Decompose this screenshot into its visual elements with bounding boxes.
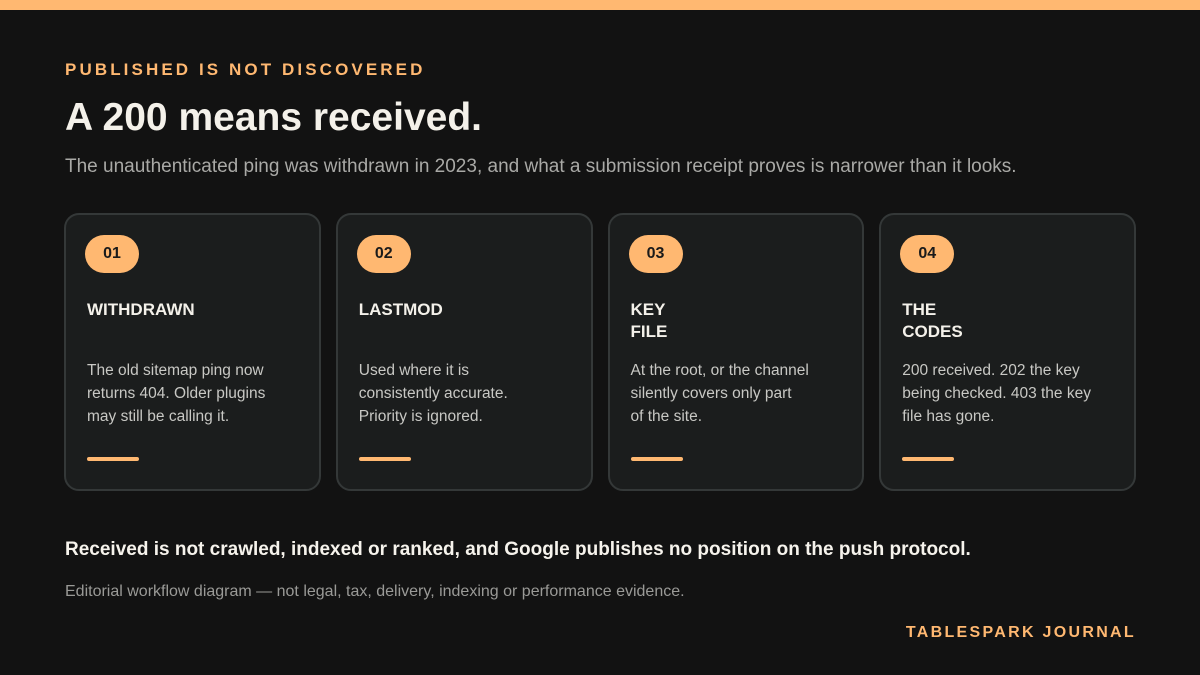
card-body: The old sitemap ping now returns 404. Ol… [87,362,266,425]
card-body: At the root, or the channel silently cov… [630,362,809,425]
page-title: A 200 means received. [65,96,482,139]
card-title: KEY FILE [630,300,668,341]
card-number-badge: 01 [85,235,139,273]
card-lastmod: 02 LASTMOD Used where it is consistently… [335,213,593,491]
brand-wordmark: TABLESPARK JOURNAL [905,624,1136,641]
card-number-badge: 03 [628,235,683,273]
card-accent-rule [902,457,955,461]
takeaway-statement: Received is not crawled, indexed or rank… [65,539,971,560]
card-number-badge: 04 [900,235,955,273]
card-body: Used where it is consistently accurate. … [358,362,508,425]
page-subtitle: The unauthenticated ping was withdrawn i… [65,156,1017,177]
card-row: 01 WITHDRAWN The old sitemap ping now re… [64,213,1136,491]
disclaimer-text: Editorial workflow diagram — not legal, … [65,583,685,600]
card-accent-rule [87,457,139,461]
card-key-file: 03 KEY FILE At the root, or the channel … [607,213,865,491]
card-title: WITHDRAWN [87,300,195,319]
card-the-codes: 04 THE CODES 200 received. 202 the key b… [879,213,1136,491]
card-accent-rule [630,457,683,461]
accent-top-bar [0,0,1200,10]
card-accent-rule [358,457,411,461]
kicker: PUBLISHED IS NOT DISCOVERED [65,60,426,79]
card-title: LASTMOD [358,300,443,319]
card-number-badge: 02 [356,235,411,273]
card-body: 200 received. 202 the key being checked.… [902,362,1091,425]
card-title: THE CODES [902,300,963,341]
card-withdrawn: 01 WITHDRAWN The old sitemap ping now re… [64,213,321,491]
